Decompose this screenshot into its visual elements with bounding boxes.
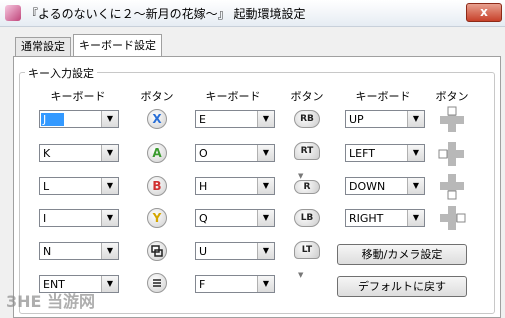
- chevron-down-icon[interactable]: ▼: [101, 111, 118, 127]
- close-button[interactable]: x: [466, 3, 502, 22]
- chevron-down-icon[interactable]: ▼: [101, 178, 118, 194]
- header-button-3: ボタン: [435, 90, 469, 103]
- chevron-down-icon[interactable]: ▼: [257, 210, 274, 226]
- key-select-k[interactable]: K ▼: [39, 144, 119, 162]
- lb-button-icon: LB: [294, 209, 320, 227]
- r-stick-icon: R: [294, 180, 320, 194]
- key-select-o[interactable]: O ▼: [195, 144, 275, 162]
- a-button-icon: A: [147, 143, 167, 163]
- header-keyboard-1: キーボード: [50, 90, 106, 103]
- key-select-h[interactable]: H ▼: [195, 177, 275, 195]
- view-glyph: [151, 245, 163, 257]
- combo-value: O: [199, 147, 208, 160]
- key-select-u[interactable]: U ▼: [195, 242, 275, 260]
- key-select-up[interactable]: UP ▼: [345, 110, 425, 128]
- window-title: 『よるのないくに２～新月の花嫁～』 起動環境設定: [26, 7, 306, 21]
- chevron-down-icon[interactable]: ▼: [257, 276, 274, 292]
- down-arrow-icon: ▼: [298, 271, 304, 279]
- face-label: A: [152, 146, 162, 160]
- chevron-down-icon[interactable]: ▼: [407, 111, 424, 127]
- reset-default-button[interactable]: デフォルトに戻す: [337, 276, 467, 297]
- combo-value: DOWN: [349, 180, 386, 193]
- combo-value: K: [43, 147, 51, 160]
- combo-value: LEFT: [349, 147, 375, 160]
- dpad-right-icon: [440, 206, 466, 230]
- face-label: X: [152, 112, 162, 126]
- combo-value: Q: [199, 212, 208, 225]
- group-title: キー入力設定: [25, 65, 97, 81]
- app-icon: [5, 5, 21, 21]
- combo-value: H: [199, 180, 208, 193]
- lt-button-icon: LT: [294, 241, 320, 259]
- combo-value: F: [199, 278, 206, 291]
- up-arrow-icon: ▼: [298, 172, 304, 180]
- chevron-down-icon[interactable]: ▼: [101, 243, 118, 259]
- header-keyboard-3: キーボード: [355, 90, 411, 103]
- key-select-n[interactable]: N ▼: [39, 242, 119, 260]
- combo-value: U: [199, 245, 208, 258]
- key-select-left[interactable]: LEFT ▼: [345, 144, 425, 162]
- key-select-j[interactable]: J ▼: [39, 110, 119, 128]
- view-button-icon: [147, 241, 167, 261]
- chevron-down-icon[interactable]: ▼: [101, 210, 118, 226]
- header-button-2: ボタン: [290, 90, 324, 103]
- face-label: Y: [152, 211, 162, 225]
- menu-glyph: [153, 279, 161, 287]
- face-label: B: [152, 179, 162, 193]
- header-keyboard-2: キーボード: [205, 90, 261, 103]
- title-bar: 『よるのないくに２～新月の花嫁～』 起動環境設定 x: [0, 0, 505, 27]
- combo-value: E: [199, 113, 206, 126]
- key-select-l[interactable]: L ▼: [39, 177, 119, 195]
- tab-general-settings[interactable]: 通常設定: [15, 37, 71, 56]
- chevron-down-icon[interactable]: ▼: [257, 178, 274, 194]
- move-camera-settings-button[interactable]: 移動/カメラ設定: [337, 244, 467, 265]
- chevron-down-icon[interactable]: ▼: [101, 145, 118, 161]
- y-button-icon: Y: [147, 208, 167, 228]
- chevron-down-icon[interactable]: ▼: [101, 276, 118, 292]
- key-select-i[interactable]: I ▼: [39, 209, 119, 227]
- chevron-down-icon[interactable]: ▼: [257, 111, 274, 127]
- combo-value: I: [43, 212, 47, 225]
- key-select-e[interactable]: E ▼: [195, 110, 275, 128]
- combo-value: UP: [349, 113, 364, 126]
- dpad-left-icon: [438, 142, 464, 166]
- x-button-icon: X: [147, 109, 167, 129]
- key-select-q[interactable]: Q ▼: [195, 209, 275, 227]
- header-button-1: ボタン: [140, 90, 174, 103]
- combo-value: RIGHT: [349, 212, 384, 225]
- key-select-down[interactable]: DOWN ▼: [345, 177, 425, 195]
- chevron-down-icon[interactable]: ▼: [407, 145, 424, 161]
- dpad-down-icon: [440, 174, 464, 200]
- chevron-down-icon[interactable]: ▼: [257, 243, 274, 259]
- b-button-icon: B: [147, 176, 167, 196]
- rb-button-icon: RB: [294, 110, 320, 128]
- chevron-down-icon[interactable]: ▼: [407, 210, 424, 226]
- combo-value: L: [43, 180, 50, 193]
- chevron-down-icon[interactable]: ▼: [257, 145, 274, 161]
- chevron-down-icon[interactable]: ▼: [407, 178, 424, 194]
- dpad-up-icon: [440, 106, 464, 132]
- rt-button-icon: RT: [294, 142, 320, 160]
- key-select-right[interactable]: RIGHT ▼: [345, 209, 425, 227]
- combo-value: J: [41, 113, 65, 126]
- tab-keyboard-settings[interactable]: キーボード設定: [73, 34, 162, 56]
- watermark: 3HE 当游网: [6, 292, 96, 311]
- menu-button-icon: [147, 273, 167, 293]
- key-select-f[interactable]: F ▼: [195, 275, 275, 293]
- combo-value: N: [43, 245, 52, 258]
